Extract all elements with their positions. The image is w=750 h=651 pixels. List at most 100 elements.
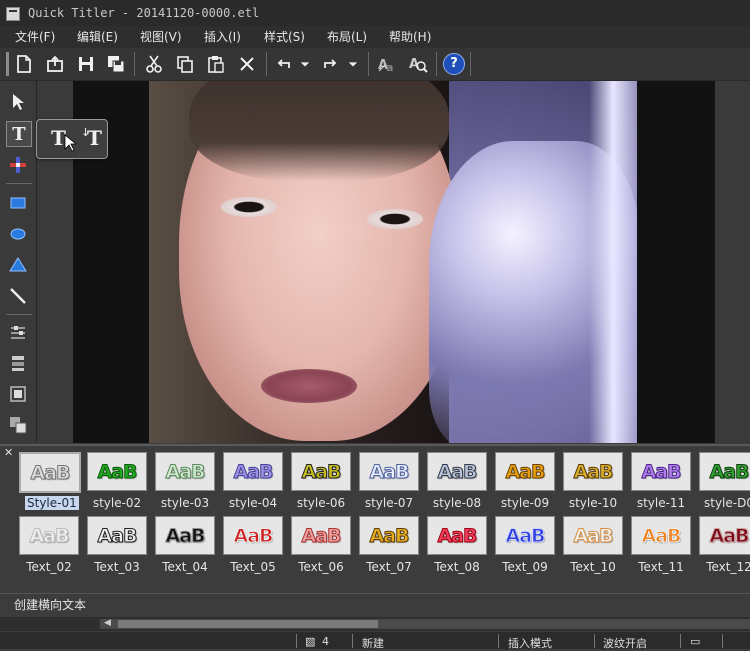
style-sample-text: AaB <box>709 460 750 483</box>
menu-file[interactable]: 文件(F) <box>15 26 55 48</box>
style-thumbnail[interactable]: AaB <box>223 516 283 555</box>
scroll-left-icon[interactable]: ◀ <box>104 618 111 628</box>
style-name: style-03 <box>160 496 210 510</box>
center-tool-icon[interactable] <box>6 382 30 406</box>
menu-layout[interactable]: 布局(L) <box>327 26 367 48</box>
style-item[interactable]: AaB style-02 <box>87 452 147 512</box>
style-thumbnail[interactable]: AaB <box>155 452 215 491</box>
style-item[interactable]: AaB style-04 <box>223 452 283 512</box>
style-item[interactable]: AaB Text_08 <box>427 516 487 576</box>
copy-icon[interactable] <box>173 52 197 76</box>
text-tool-button[interactable]: T <box>6 121 32 147</box>
style-sample-text: AaB <box>641 524 682 547</box>
style-item[interactable]: AaB style-10 <box>563 452 623 512</box>
select-arrow-icon[interactable] <box>6 90 30 114</box>
cut-icon[interactable] <box>142 52 166 76</box>
style-name: Text_12 <box>706 560 750 574</box>
style-thumbnail[interactable]: AaB <box>495 452 555 491</box>
style-sample-text: AaB <box>165 460 206 483</box>
ellipse-tool-icon[interactable] <box>6 222 30 246</box>
style-thumbnail[interactable]: AaB <box>223 452 283 491</box>
style-thumbnail[interactable]: AaB <box>155 516 215 555</box>
style-thumbnail[interactable]: AaB <box>631 452 691 491</box>
triangle-tool-icon[interactable] <box>6 253 30 277</box>
style-name: Text_07 <box>366 560 412 574</box>
style-thumbnail[interactable]: AaB <box>427 516 487 555</box>
distribute-tool-icon[interactable] <box>6 351 30 375</box>
style-thumbnail[interactable]: AaB <box>563 452 623 491</box>
new-file-icon[interactable] <box>12 52 36 76</box>
style-item[interactable]: AaB Text_06 <box>291 516 351 576</box>
style-item[interactable]: AaB Text_03 <box>87 516 147 576</box>
menu-style[interactable]: 样式(S) <box>264 26 305 48</box>
style-sample-text: AaB <box>573 524 614 547</box>
style-thumbnail[interactable]: AaB <box>291 452 351 491</box>
move-tool-icon[interactable] <box>6 153 30 177</box>
close-panel-icon[interactable]: ✕ <box>4 446 13 459</box>
style-item[interactable]: AaB Text_10 <box>563 516 623 576</box>
rectangle-tool-icon[interactable] <box>6 191 30 215</box>
style-thumbnail[interactable]: AaB <box>699 516 750 555</box>
style-item[interactable]: AaB style-11 <box>631 452 691 512</box>
style-name: Text_10 <box>570 560 616 574</box>
style-item[interactable]: AaB style-07 <box>359 452 419 512</box>
layer-order-icon[interactable] <box>6 413 30 437</box>
style-item[interactable]: AaB style-09 <box>495 452 555 512</box>
style-name: style-10 <box>568 496 618 510</box>
vertical-text-icon[interactable]: T <box>87 126 102 150</box>
menu-help[interactable]: 帮助(H) <box>389 26 431 48</box>
redo-dropdown-icon[interactable] <box>346 52 360 76</box>
open-file-icon[interactable] <box>43 52 67 76</box>
text-style-icon[interactable]: Aa <box>375 52 399 76</box>
style-item[interactable]: AaB Text_05 <box>223 516 283 576</box>
delete-icon[interactable] <box>235 52 259 76</box>
style-item[interactable]: AaB Text_07 <box>359 516 419 576</box>
title-bar: Quick Titler - 20141120-0000.etl <box>0 0 750 26</box>
style-thumbnail[interactable]: AaB <box>495 516 555 555</box>
horizontal-scrollbar[interactable]: ◀ <box>0 617 750 631</box>
video-preview[interactable] <box>73 81 715 443</box>
style-item[interactable]: AaB Text_12 <box>699 516 750 576</box>
menu-insert[interactable]: 插入(I) <box>204 26 241 48</box>
find-text-icon[interactable]: A <box>406 52 430 76</box>
style-item[interactable]: AaB Text_09 <box>495 516 555 576</box>
paste-icon[interactable] <box>204 52 228 76</box>
style-sample-text: AaB <box>437 460 478 483</box>
style-thumbnail[interactable]: AaB <box>87 452 147 491</box>
style-thumbnail[interactable]: AaB <box>87 516 147 555</box>
redo-icon[interactable] <box>318 52 342 76</box>
style-thumbnail[interactable]: AaB <box>291 516 351 555</box>
undo-icon[interactable] <box>272 52 296 76</box>
style-item[interactable]: AaB Text_11 <box>631 516 691 576</box>
canvas-area[interactable] <box>37 81 750 443</box>
style-item[interactable]: AaB style-03 <box>155 452 215 512</box>
scroll-thumb[interactable] <box>118 620 378 628</box>
style-item[interactable]: AaB style-08 <box>427 452 487 512</box>
style-thumbnail[interactable]: AaB <box>427 452 487 491</box>
help-icon[interactable]: ? <box>442 52 466 76</box>
undo-dropdown-icon[interactable] <box>298 52 312 76</box>
style-name: style-06 <box>296 496 346 510</box>
save-icon[interactable] <box>74 52 98 76</box>
style-thumbnail[interactable]: AaB <box>631 516 691 555</box>
style-name: style-02 <box>92 496 142 510</box>
style-thumbnail[interactable]: AaB <box>359 452 419 491</box>
style-name: style-08 <box>432 496 482 510</box>
style-thumbnail[interactable]: AaB <box>563 516 623 555</box>
line-tool-icon[interactable] <box>6 284 30 308</box>
style-thumbnail[interactable]: AaB <box>699 452 750 491</box>
style-item[interactable]: AaB Style-01 <box>19 452 81 512</box>
save-all-icon[interactable] <box>104 52 128 76</box>
menu-view[interactable]: 视图(V) <box>140 26 182 48</box>
text-orientation-popup: T ↓ T <box>36 119 108 159</box>
style-item[interactable]: AaB Text_04 <box>155 516 215 576</box>
style-item[interactable]: AaB Text_02 <box>19 516 79 576</box>
align-tool-icon[interactable] <box>6 321 30 345</box>
style-sample-text: AaB <box>709 524 750 547</box>
style-item[interactable]: AaB style-06 <box>291 452 351 512</box>
style-thumbnail[interactable]: AaB <box>19 452 81 493</box>
style-thumbnail[interactable]: AaB <box>359 516 419 555</box>
style-thumbnail[interactable]: AaB <box>19 516 79 555</box>
menu-edit[interactable]: 编辑(E) <box>77 26 118 48</box>
style-item[interactable]: AaB style-D0 <box>699 452 750 512</box>
